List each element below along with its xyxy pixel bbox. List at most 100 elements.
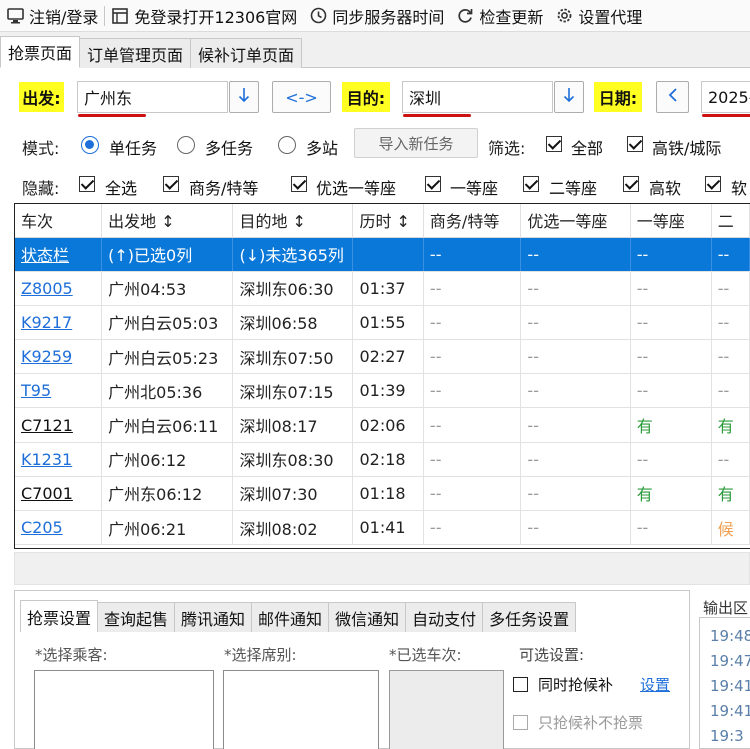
to-dropdown-button[interactable] xyxy=(554,81,584,113)
train-number-link[interactable]: C7121 xyxy=(15,407,103,443)
log-line: 19:3 xyxy=(710,727,744,745)
train-number-link[interactable]: K1231 xyxy=(15,442,103,477)
sync-time-button[interactable]: 同步服务器时间 xyxy=(303,0,450,32)
hide-deluxe-soft-checkbox[interactable] xyxy=(623,176,639,192)
check-update-button[interactable]: 检查更新 xyxy=(450,0,549,32)
seat-cell: -- xyxy=(630,339,712,375)
also-waitlist-checkbox[interactable] xyxy=(513,677,528,692)
hide-soft-checkbox[interactable] xyxy=(705,176,721,192)
hide-soft-label: 软 xyxy=(731,179,748,198)
seat-list[interactable] xyxy=(223,670,379,749)
tab-grab-tickets[interactable]: 抢票页面 xyxy=(0,36,81,68)
departure-cell: 广州06:12 xyxy=(101,442,234,477)
hide-premium-first-checkbox[interactable] xyxy=(291,176,307,192)
radio-multi-task[interactable] xyxy=(177,136,195,154)
tab-wechat-notify[interactable]: 微信通知 xyxy=(328,602,407,632)
tab-waitlist-orders[interactable]: 候补订单页面 xyxy=(190,38,303,68)
col-destination[interactable]: 目的地 ↕ xyxy=(232,204,354,238)
tab-grab-settings[interactable]: 抢票设置 xyxy=(20,600,99,632)
col-business[interactable]: 商务/特等 xyxy=(423,204,522,238)
unselected-count: (↓)未选365列 xyxy=(232,237,354,272)
col-duration[interactable]: 历时 ↕ xyxy=(352,204,424,238)
hide-business-checkbox[interactable] xyxy=(163,176,179,192)
col-train-no[interactable]: 车次 xyxy=(15,204,103,238)
train-number-link[interactable]: T95 xyxy=(15,373,103,409)
filter-all-checkbox[interactable] xyxy=(546,136,562,152)
train-number-link-text[interactable]: K9259 xyxy=(21,347,72,366)
train-number-link[interactable]: C205 xyxy=(15,510,103,546)
date-value: 2025- xyxy=(708,87,750,107)
waitlist-settings-link[interactable]: 设置 xyxy=(640,674,670,695)
col-second-class[interactable]: 二 xyxy=(711,204,750,238)
status-cell: -- xyxy=(423,237,522,272)
status-bar-text[interactable]: 状态栏 xyxy=(21,246,69,265)
seat-cell-text: -- xyxy=(717,312,730,332)
tab-tencent-notify[interactable]: 腾讯通知 xyxy=(174,602,253,632)
departure-cell: 广州白云06:11 xyxy=(101,407,234,443)
tab-sale-query[interactable]: 查询起售 xyxy=(97,602,176,632)
swap-stations-button[interactable]: <-> xyxy=(272,81,331,113)
col-first-class[interactable]: 一等座 xyxy=(630,204,712,238)
table-row[interactable]: K9217 广州白云05:03 深圳06:58 01:55 -- -- -- -- xyxy=(15,305,750,341)
train-number-link-text[interactable]: K9217 xyxy=(21,313,72,332)
status-bar-link[interactable]: 状态栏 xyxy=(15,237,103,272)
train-number-link-text[interactable]: K1231 xyxy=(21,450,72,469)
previous-date-button[interactable] xyxy=(656,81,689,113)
log-line: 19:47 xyxy=(710,652,750,670)
only-waitlist-checkbox[interactable] xyxy=(513,715,528,730)
destination-cell: 深圳东06:30 xyxy=(232,271,354,306)
date-input[interactable]: 2025- xyxy=(701,81,750,117)
table-row[interactable]: T95 广州北05:36 深圳东07:15 01:39 -- -- -- -- xyxy=(15,373,750,409)
optional-settings-label: 可选设置: xyxy=(519,646,585,664)
table-horizontal-scrollbar[interactable] xyxy=(14,552,750,585)
tab-order-management[interactable]: 订单管理页面 xyxy=(79,38,192,68)
selected-train-list[interactable] xyxy=(389,670,504,749)
col-premium-first[interactable]: 优选一等座 xyxy=(520,204,631,238)
table-row[interactable]: K1231 广州06:12 深圳东08:30 02:18 -- -- -- -- xyxy=(15,442,750,477)
from-dropdown-button[interactable] xyxy=(229,81,259,113)
table-row[interactable]: K9259 广州白云05:23 深圳东07:50 02:27 -- -- -- -- xyxy=(15,339,750,375)
status-row[interactable]: 状态栏 (↑)已选0列 (↓)未选365列 -- -- -- -- xyxy=(15,237,750,272)
table-row[interactable]: C7001 广州东06:12 深圳07:30 01:18 -- -- 有有 xyxy=(15,476,750,512)
import-task-button[interactable]: 导入新任务 xyxy=(354,128,478,158)
hide-select-all-checkbox[interactable] xyxy=(79,176,95,192)
seat-cell: -- xyxy=(630,271,712,306)
train-number-link-text[interactable]: C7121 xyxy=(21,416,73,435)
seat-cell: -- xyxy=(711,271,750,306)
train-number-link-text[interactable]: C205 xyxy=(21,518,63,537)
train-number-link-text[interactable]: T95 xyxy=(21,381,51,400)
train-table: 车次 出发地 ↕ 目的地 ↕ 历时 ↕ 商务/特等 优选一等座 一等座 二 状态… xyxy=(14,203,750,549)
col-departure[interactable]: 出发地 ↕ xyxy=(101,204,234,238)
passenger-list[interactable] xyxy=(34,670,214,749)
radio-multi-station[interactable] xyxy=(278,136,296,154)
duration-cell: 02:27 xyxy=(352,339,424,375)
seat-cell-text: 有 xyxy=(717,485,734,505)
hide-first-class-checkbox[interactable] xyxy=(425,176,441,192)
to-station-input[interactable]: 深圳 xyxy=(402,81,553,117)
logout-login-button[interactable]: 注销/登录 xyxy=(0,0,104,32)
seat-cell: 有 xyxy=(630,476,712,512)
from-station-input[interactable]: 广州东 xyxy=(77,81,228,117)
seat-cell-text: -- xyxy=(636,518,649,538)
tab-email-notify[interactable]: 邮件通知 xyxy=(251,602,330,632)
table-row[interactable]: Z8005 广州04:53 深圳东06:30 01:37 -- -- -- -- xyxy=(15,271,750,306)
radio-single-task[interactable] xyxy=(81,136,99,154)
seat-cell-text: -- xyxy=(636,278,649,298)
train-number-link-text[interactable]: C7001 xyxy=(21,484,73,503)
train-number-link[interactable]: K9217 xyxy=(15,305,103,341)
tab-multi-task-settings[interactable]: 多任务设置 xyxy=(482,602,577,632)
table-row[interactable]: C205 广州06:21 深圳08:02 01:41 -- -- -- 候 xyxy=(15,510,750,546)
status-cell: -- xyxy=(520,237,631,272)
train-number-link[interactable]: K9259 xyxy=(15,339,103,375)
train-number-link[interactable]: C7001 xyxy=(15,476,103,512)
departure-cell: 广州北05:36 xyxy=(101,373,234,409)
proxy-settings-button[interactable]: 设置代理 xyxy=(549,0,648,32)
table-row[interactable]: C7121 广州白云06:11 深圳08:17 02:06 -- -- 有有 xyxy=(15,407,750,443)
train-number-link[interactable]: Z8005 xyxy=(15,271,103,306)
tab-auto-pay[interactable]: 自动支付 xyxy=(405,602,484,632)
filter-highspeed-checkbox[interactable] xyxy=(627,136,643,152)
open-12306-button[interactable]: 免登录打开12306官网 xyxy=(105,0,303,32)
seat-cell-text: -- xyxy=(717,449,730,469)
train-number-link-text[interactable]: Z8005 xyxy=(21,279,73,298)
hide-second-class-checkbox[interactable] xyxy=(523,176,539,192)
